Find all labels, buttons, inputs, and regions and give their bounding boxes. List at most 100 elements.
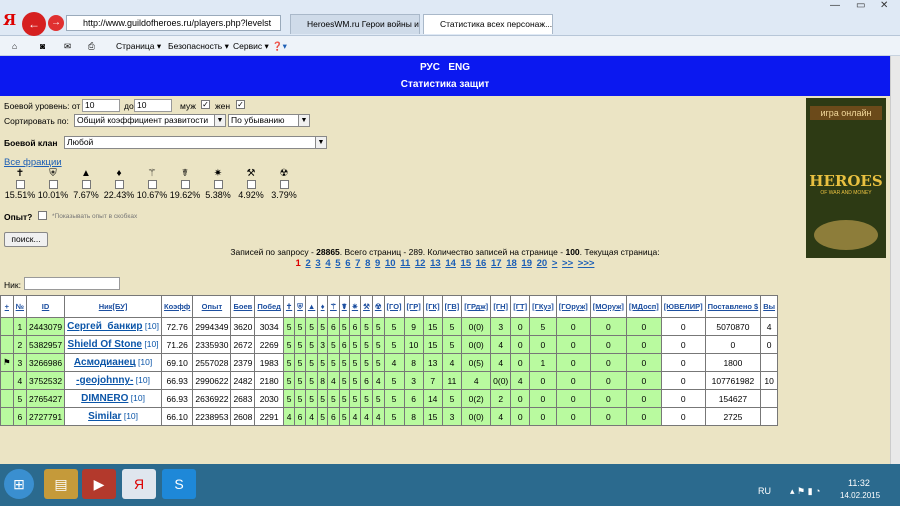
clan-select[interactable]: Любой ▼ (64, 136, 327, 149)
page-link[interactable]: >>> (578, 258, 595, 269)
page-link[interactable]: 2 (305, 258, 310, 269)
column-header[interactable]: ☤ (338, 295, 350, 318)
page-link[interactable]: 4 (325, 258, 330, 269)
faction-checkbox[interactable] (81, 180, 91, 189)
game-banner[interactable]: игра онлайн HEROES OF WAR AND MONEY (806, 98, 886, 258)
order-select[interactable]: По убыванию ▼ (228, 114, 310, 127)
faction-checkbox[interactable] (279, 180, 289, 189)
column-header[interactable]: Опыт (192, 295, 232, 318)
column-header[interactable]: ✝ (282, 295, 296, 318)
page-link[interactable]: 16 (476, 258, 487, 269)
faction-7[interactable]: ✷ 5.38% (202, 168, 234, 200)
column-header[interactable]: [ГТ] (510, 295, 531, 318)
female-checkbox[interactable]: ✓ (236, 100, 245, 109)
hero-nick-link[interactable]: Асмодианец (74, 357, 136, 368)
faction-2[interactable]: ⛨ 10.01% (37, 168, 69, 200)
faction-checkbox[interactable] (213, 180, 223, 189)
column-header[interactable]: ⚒ (360, 295, 373, 318)
page-link[interactable]: > (552, 258, 558, 269)
lang-ru-link[interactable]: РУС (420, 62, 440, 73)
page-link[interactable]: 17 (491, 258, 502, 269)
column-header[interactable]: № (12, 295, 28, 318)
exp-checkbox[interactable] (38, 211, 47, 220)
page-link[interactable]: 11 (400, 258, 410, 269)
yandex-browser-icon[interactable]: Я (122, 469, 156, 499)
column-header[interactable]: [ГК] (422, 295, 443, 318)
male-checkbox[interactable]: ✓ (201, 100, 210, 109)
hero-nick-link[interactable]: Сергей_банкир (67, 321, 142, 332)
column-header[interactable]: ID (25, 295, 66, 318)
column-header[interactable]: [ГОруж] (555, 295, 591, 318)
page-link[interactable]: 8 (365, 258, 370, 269)
page-link[interactable]: 18 (506, 258, 517, 269)
column-header[interactable]: [ЮВЕЛИР] (660, 295, 706, 318)
column-header[interactable]: [ГВ] (441, 295, 463, 318)
faction-1[interactable]: ✝ 15.51% (4, 168, 36, 200)
column-header[interactable]: Коэфф (161, 295, 194, 318)
hero-nick-link[interactable]: DIMNERO (81, 393, 128, 404)
feeds-icon[interactable]: ◙ (40, 36, 45, 56)
minimize-icon[interactable]: — (830, 0, 840, 11)
media-icon[interactable]: ▶ (82, 469, 116, 499)
all-factions-link[interactable]: Все фракции (4, 157, 62, 168)
level-from-input[interactable]: 10 (82, 99, 120, 112)
page-link[interactable]: 14 (445, 258, 456, 269)
page-link[interactable]: 12 (415, 258, 426, 269)
column-header[interactable]: [МДосп] (625, 295, 662, 318)
menu-page[interactable]: Страница ▾ (116, 36, 161, 56)
tray-icons[interactable]: ▴ ⚑ ▮ ◔ (790, 486, 820, 497)
address-bar[interactable]: http://www.guildofheroes.ru/players.php?… (66, 15, 281, 31)
language-indicator[interactable]: RU (758, 486, 771, 496)
hero-nick-link[interactable]: Shield Of Stone (68, 339, 142, 350)
page-link[interactable]: 1 (296, 258, 301, 269)
column-header[interactable]: [ГКуз] (529, 295, 557, 318)
page-link[interactable]: 7 (355, 258, 360, 269)
faction-6[interactable]: ☤ 19.62% (169, 168, 201, 200)
faction-3[interactable]: ▲ 7.67% (70, 168, 102, 200)
column-header[interactable]: ⛨ (294, 295, 306, 318)
page-scrollbar[interactable] (890, 56, 900, 464)
page-link[interactable]: >> (562, 258, 573, 269)
column-header[interactable]: Вы (760, 295, 779, 318)
page-link[interactable]: 3 (315, 258, 320, 269)
hero-cell[interactable]: -geojohnny- [10] (64, 371, 163, 390)
column-header[interactable]: Боев (230, 295, 256, 318)
hero-cell[interactable]: Shield Of Stone [10] (64, 335, 163, 354)
column-header[interactable]: [ГН] (490, 295, 512, 318)
hero-nick-link[interactable]: Similar (88, 411, 121, 422)
column-header[interactable]: ⚚ (327, 295, 340, 318)
back-button[interactable]: ← (22, 12, 46, 36)
hero-nick-link[interactable]: -geojohnny- (76, 375, 133, 386)
page-link[interactable]: 19 (521, 258, 532, 269)
column-header[interactable]: ▲ (304, 295, 319, 318)
column-header[interactable]: [ГО] (383, 295, 405, 318)
forward-button[interactable]: → (48, 15, 64, 31)
page-link[interactable]: 5 (335, 258, 340, 269)
page-link[interactable]: 10 (385, 258, 396, 269)
page-link[interactable]: 15 (461, 258, 472, 269)
column-header[interactable]: [ГРдж] (461, 295, 492, 318)
column-header[interactable]: Ник[БУ] (64, 295, 163, 318)
maximize-icon[interactable]: ▭ (856, 0, 865, 11)
column-header[interactable]: [ГР] (403, 295, 424, 318)
faction-checkbox[interactable] (15, 180, 25, 189)
faction-8[interactable]: ⚒ 4.92% (235, 168, 267, 200)
lang-en-link[interactable]: ENG (448, 62, 470, 73)
mail-icon[interactable]: ✉ (64, 36, 71, 56)
faction-checkbox[interactable] (246, 180, 256, 189)
faction-checkbox[interactable] (114, 180, 124, 189)
faction-checkbox[interactable] (147, 180, 157, 189)
page-link[interactable]: 6 (345, 258, 350, 269)
faction-4[interactable]: ♦ 22.43% (103, 168, 135, 200)
page-link[interactable]: 9 (375, 258, 380, 269)
start-button[interactable]: ⊞ (4, 469, 34, 499)
page-link[interactable]: 20 (537, 258, 548, 269)
hero-cell[interactable]: Similar [10] (64, 407, 163, 426)
column-header[interactable]: Поставлено $ (704, 295, 762, 318)
faction-checkbox[interactable] (180, 180, 190, 189)
tab-heroeswm[interactable]: HeroesWM.ru Герои войны и ... (290, 14, 420, 34)
faction-5[interactable]: ⚚ 10.67% (136, 168, 168, 200)
hero-cell[interactable]: Сергей_банкир [10] (64, 317, 163, 336)
hero-cell[interactable]: Асмодианец [10] (64, 353, 163, 372)
help-icon[interactable]: ❓▾ (272, 36, 287, 56)
